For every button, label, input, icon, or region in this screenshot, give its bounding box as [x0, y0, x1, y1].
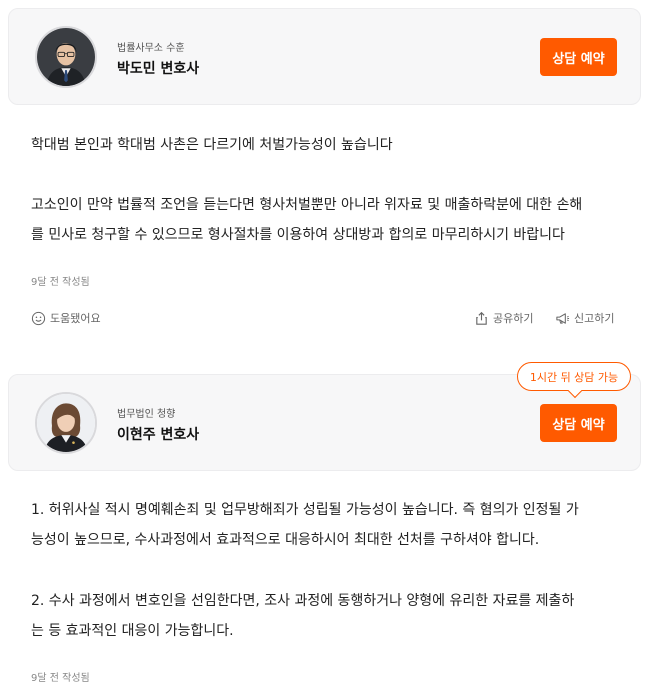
share-label: 공유하기: [493, 312, 534, 325]
share-button[interactable]: 공유하기: [474, 310, 533, 326]
answer-line: 를 민사로 청구할 수 있으므로 형사절차를 이용하여 상대방과 합의로 마무리…: [31, 227, 565, 243]
megaphone-icon: [556, 312, 570, 324]
answer-paragraph: 2. 수사 과정에서 변호인을 선임한다면, 조사 과정에 동행하거나 양형에 …: [31, 586, 574, 646]
availability-bubble: 1시간 뒤 상담 가능: [517, 362, 631, 391]
answer-line: 는 등 효과적인 대응이 가능합니다.: [31, 623, 234, 639]
answer-line: 1. 허위사실 적시 명예훼손죄 및 업무방해죄가 성립될 가능성이 높습니다.…: [31, 502, 579, 518]
smile-icon: [31, 311, 46, 325]
helpful-label: 도움됐어요: [50, 312, 101, 325]
lawyer-card: 법률사무소 수훈 박도민 변호사 상담 예약: [8, 8, 641, 105]
answer-paragraph: 1. 허위사실 적시 명예훼손죄 및 업무방해죄가 성립될 가능성이 높습니다.…: [31, 495, 579, 555]
consult-booking-button[interactable]: 상담 예약: [540, 404, 617, 442]
lawyer-name[interactable]: 박도민 변호사: [117, 58, 199, 78]
answer-paragraph: 학대범 본인과 학대범 사촌은 다르기에 처벌가능성이 높습니다: [31, 130, 393, 160]
answer-line: 고소인이 만약 법률적 조언을 듣는다면 형사처벌뿐만 아니라 위자료 및 매출…: [31, 197, 583, 213]
answer-line: 능성이 높으므로, 수사과정에서 효과적으로 대응하시어 최대한 선처를 구하셔…: [31, 532, 540, 548]
lawyer-name[interactable]: 이현주 변호사: [117, 424, 199, 444]
consult-booking-button[interactable]: 상담 예약: [540, 38, 617, 76]
answer-line: 학대범 본인과 학대범 사촌은 다르기에 처벌가능성이 높습니다: [31, 137, 393, 153]
lawyer-avatar[interactable]: [35, 26, 97, 88]
law-firm-name: 법무법인 청향: [117, 409, 176, 420]
share-icon: [476, 311, 487, 325]
law-firm-name: 법률사무소 수훈: [117, 43, 185, 54]
answer-line: 2. 수사 과정에서 변호인을 선임한다면, 조사 과정에 동행하거나 양형에 …: [31, 593, 575, 609]
lawyer-avatar[interactable]: [35, 392, 97, 454]
report-label: 신고하기: [574, 312, 615, 325]
lawyer-photo-woman: [37, 394, 95, 452]
lawyer-photo-man: [37, 28, 95, 86]
written-time: 9달 전 작성됨: [31, 673, 90, 684]
report-button[interactable]: 신고하기: [555, 310, 614, 326]
answer-paragraph: 고소인이 만약 법률적 조언을 듣는다면 형사처벌뿐만 아니라 위자료 및 매출…: [31, 190, 582, 250]
written-time: 9달 전 작성됨: [31, 277, 90, 288]
helpful-button[interactable]: 도움됐어요: [31, 310, 101, 326]
